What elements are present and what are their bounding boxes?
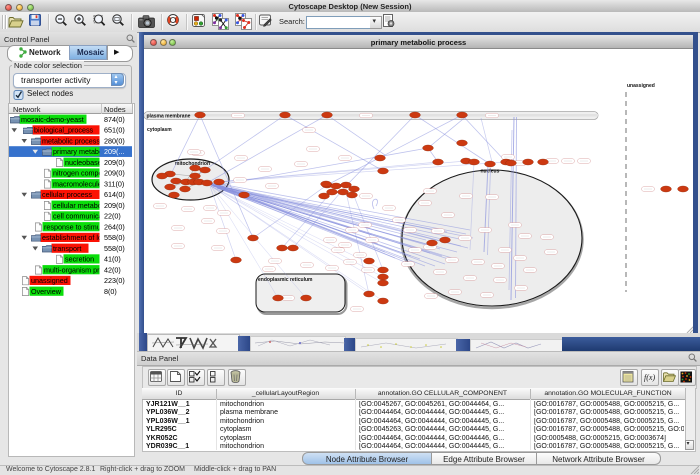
svg-text:metabolic process: metabolic process xyxy=(42,136,100,145)
svg-text:209(0): 209(0) xyxy=(104,201,125,210)
svg-text:unassigned: unassigned xyxy=(627,83,655,89)
svg-text:223(0): 223(0) xyxy=(104,276,125,285)
svg-text:transport: transport xyxy=(53,244,81,253)
svg-text:874(0): 874(0) xyxy=(104,115,125,124)
svg-text:nitrogen compo: nitrogen compo xyxy=(53,169,103,178)
svg-text:macromolecule: macromolecule xyxy=(53,179,102,188)
svg-text:8(0): 8(0) xyxy=(104,287,117,296)
svg-text:establishment of lo: establishment of lo xyxy=(42,233,102,242)
svg-text:multi-organism pro: multi-organism pro xyxy=(44,265,104,274)
svg-text:651(0): 651(0) xyxy=(104,126,125,135)
svg-text:209(0): 209(0) xyxy=(104,158,125,167)
svg-text:311(0): 311(0) xyxy=(104,179,124,188)
svg-text:42(0): 42(0) xyxy=(104,265,121,274)
svg-text:22(0): 22(0) xyxy=(104,212,121,221)
svg-text:Overview: Overview xyxy=(31,287,62,296)
svg-text:nucleobase-: nucleobase- xyxy=(65,158,105,167)
svg-text:264(0): 264(0) xyxy=(104,222,125,231)
svg-text:209(...: 209(... xyxy=(104,147,124,156)
svg-text:558(0): 558(0) xyxy=(104,244,125,253)
svg-text:614(0): 614(0) xyxy=(104,190,125,199)
svg-text:cytoplasm: cytoplasm xyxy=(147,127,172,133)
svg-text:secretion: secretion xyxy=(65,255,94,264)
svg-text:280(0): 280(0) xyxy=(104,136,125,145)
svg-text:41(0): 41(0) xyxy=(104,255,121,264)
svg-text:plasma membrane: plasma membrane xyxy=(147,114,191,120)
svg-text:209(0): 209(0) xyxy=(104,169,125,178)
svg-text:558(0): 558(0) xyxy=(104,233,125,242)
svg-text:mosaic-demo-yeast: mosaic-demo-yeast xyxy=(21,115,84,124)
svg-text:unassigned: unassigned xyxy=(31,276,68,285)
svg-text:biological_process: biological_process xyxy=(34,126,94,135)
svg-text:cell communicat: cell communicat xyxy=(53,212,105,221)
svg-text:response to stimul: response to stimul xyxy=(44,222,103,231)
svg-text:cellular metabo: cellular metabo xyxy=(53,201,102,210)
svg-text:primary metabo: primary metabo xyxy=(53,147,103,156)
svg-text:f(x): f(x) xyxy=(644,373,655,382)
svg-text:cellular process: cellular process xyxy=(42,190,92,199)
